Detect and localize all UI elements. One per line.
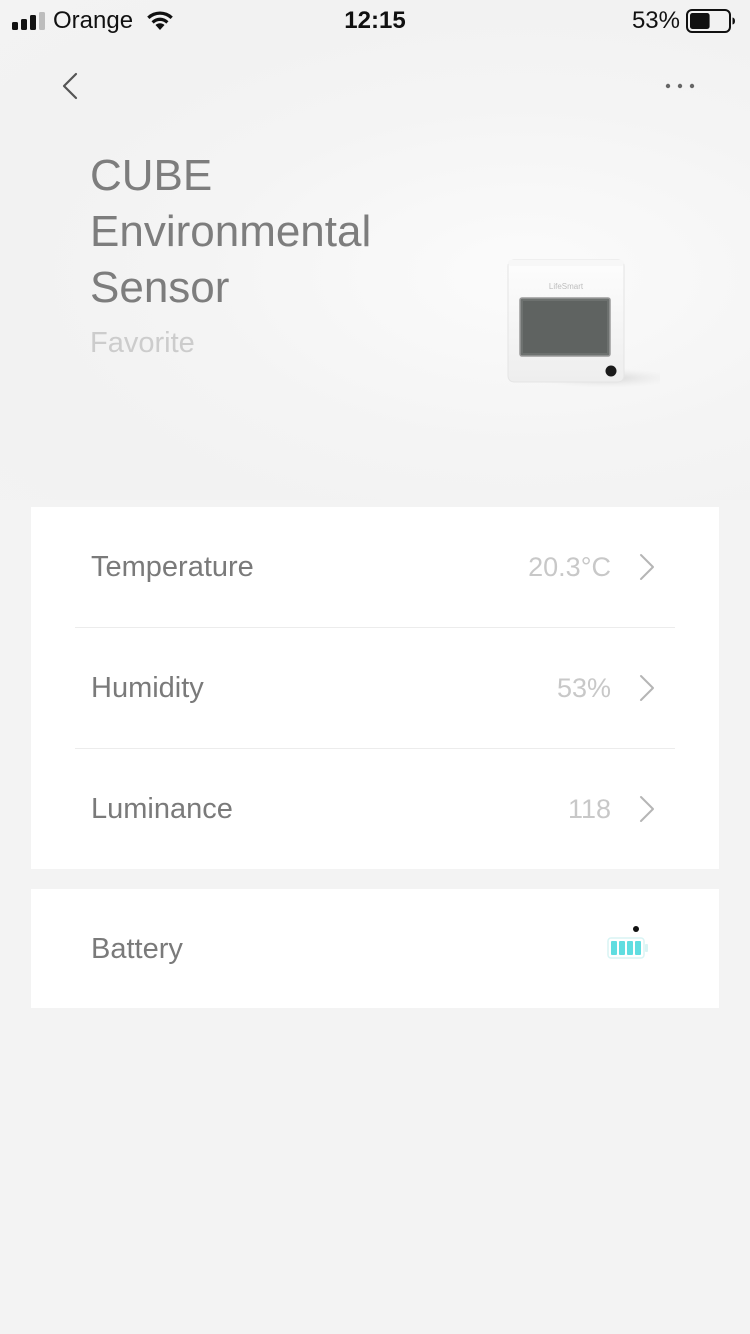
battery-status-dot [633, 926, 639, 932]
favorite-link[interactable]: Favorite [90, 324, 195, 362]
chevron-left-icon [62, 72, 78, 100]
battery-cell [611, 941, 617, 955]
reading-label: Humidity [91, 672, 204, 704]
sensor-detail-screen: Orange 12:15 53% CUBE Environmental Sens… [0, 0, 750, 1334]
reading-row-luminance[interactable]: Luminance 118 [75, 749, 675, 869]
device-title-line: Sensor [90, 263, 230, 312]
readings-card: Temperature 20.3°C Humidity 53% Luminanc… [31, 507, 719, 869]
reading-row-humidity[interactable]: Humidity 53% [75, 628, 675, 748]
chevron-right-icon [640, 796, 654, 822]
reading-row-temperature[interactable]: Temperature 20.3°C [75, 507, 675, 627]
battery-label: Battery [91, 933, 183, 965]
reading-value: 53% [556, 673, 611, 703]
device-title: CUBE Environmental Sensor [90, 148, 420, 316]
device-image: LifeSmart [507, 259, 660, 388]
battery-level-icon [607, 937, 648, 959]
chevron-right-icon [640, 554, 654, 580]
back-button[interactable] [50, 66, 90, 106]
status-battery-icon [686, 9, 735, 33]
device-title-line: Environmental [90, 207, 372, 256]
more-options-button[interactable] [658, 70, 702, 102]
reading-label: Temperature [91, 551, 254, 583]
reading-value: 118 [567, 794, 611, 824]
status-bar: Orange 12:15 53% [0, 0, 750, 42]
battery-cell [627, 941, 633, 955]
battery-percentage: 53% [631, 7, 680, 34]
reading-label: Luminance [91, 793, 233, 825]
device-title-line: CUBE [90, 151, 213, 200]
battery-cell [619, 941, 625, 955]
battery-card: Battery [31, 889, 719, 1008]
reading-value: 20.3°C [528, 552, 611, 582]
ellipsis-icon [665, 83, 695, 89]
battery-cell [635, 941, 641, 955]
device-brand-text: LifeSmart [549, 282, 584, 291]
chevron-right-icon [640, 675, 654, 701]
